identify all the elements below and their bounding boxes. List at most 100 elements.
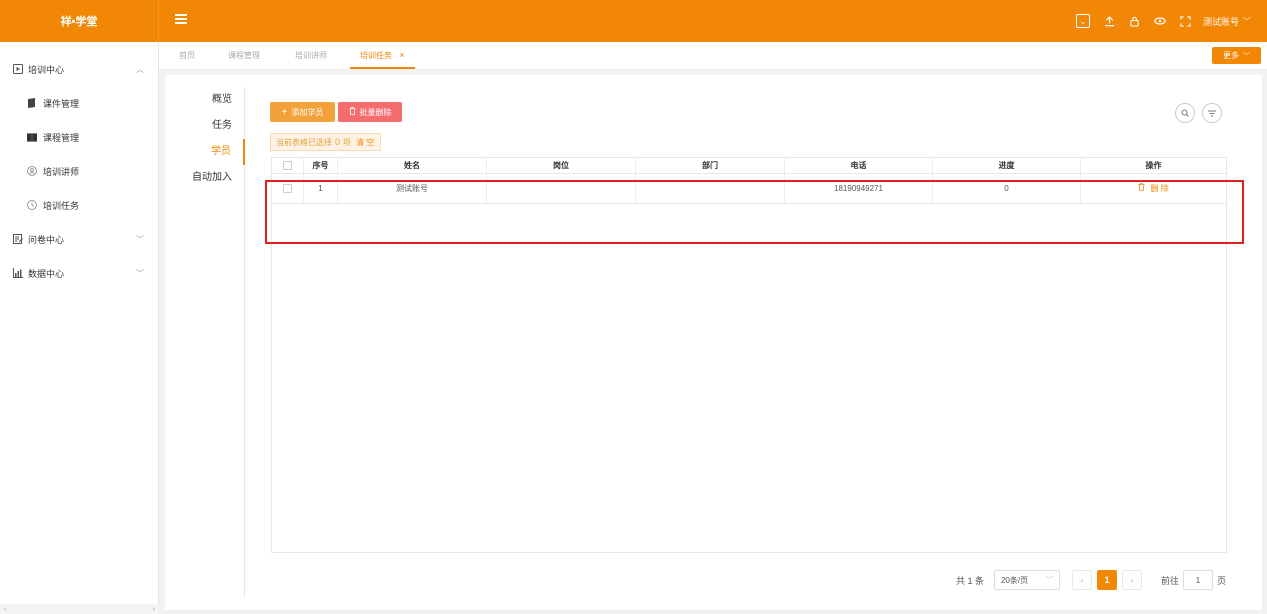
row-actions: 删 除	[1081, 174, 1226, 203]
tab-label: 培训任务	[360, 51, 392, 60]
tab-training-tasks[interactable]: 培训任务 ×	[350, 42, 415, 69]
fullscreen-icon[interactable]	[1180, 15, 1191, 27]
column-header[interactable]: 电话	[785, 158, 933, 173]
sidebar-item-label: 课件管理	[43, 98, 80, 109]
pagination: 共 1 条 20条/页 ﹀ ‹ 1 › 前往 页	[956, 570, 1226, 590]
sidebar-group-label: 数据中心	[28, 268, 65, 279]
row-name: 测试账号	[338, 174, 487, 203]
sidebar-group-label: 问卷中心	[28, 234, 65, 245]
row-phone: 18190949271	[785, 174, 933, 203]
user-menu[interactable]: 测试账号 ﹀	[1203, 15, 1251, 28]
column-header[interactable]: 操作	[1081, 158, 1226, 173]
table-header: 序号 姓名 岗位 部门 电话 进度 操作	[272, 158, 1226, 174]
more-label: 更多	[1223, 51, 1239, 60]
sidebar-group-data[interactable]: 数据中心 ﹀	[0, 256, 158, 290]
prev-page-button[interactable]: ‹	[1071, 570, 1092, 590]
batch-delete-button[interactable]: 批量删除	[338, 102, 402, 122]
tab-bar: 首页 课程管理 培训讲师 培训任务 × 更多 ﹀	[159, 42, 1267, 70]
trash-icon	[349, 107, 356, 117]
batch-delete-label: 批量删除	[359, 107, 392, 117]
page-size-value: 20条/页	[1000, 575, 1029, 585]
column-header[interactable]: 序号	[304, 158, 338, 173]
tab-home[interactable]: 首页	[179, 42, 195, 69]
more-tabs-button[interactable]: 更多 ﹀	[1212, 47, 1261, 64]
tab-course-management[interactable]: 课程管理	[228, 42, 260, 69]
tab-lecturers[interactable]: 培训讲师	[295, 42, 327, 69]
page-size-select[interactable]: 20条/页 ﹀	[993, 570, 1060, 590]
app-logo[interactable]: 祥•学堂	[0, 0, 159, 42]
courseware-icon	[27, 98, 37, 108]
lock-icon[interactable]	[1129, 16, 1140, 27]
table-row[interactable]: 1 测试账号 18190949271 0 删 除	[272, 174, 1226, 204]
top-actions: ⌄ 测试账号 ﹀	[1062, 0, 1251, 42]
row-checkbox[interactable]	[283, 184, 292, 193]
add-student-label: 添加学员	[291, 107, 324, 117]
selection-info: 当前表格已选择 0 项 清 空	[270, 133, 381, 151]
column-header[interactable]: 部门	[636, 158, 785, 173]
row-progress: 0	[933, 174, 1081, 203]
subnav-overview[interactable]: 概览	[165, 87, 244, 113]
sidebar-group-training[interactable]: 培训中心 ︿	[0, 52, 158, 86]
main-content: 概览 任务 学员 自动加入 + 添加学员 批量删除 当前表格已选择 0 项 清 …	[165, 75, 1262, 610]
sidebar-item-tasks[interactable]: 培训任务	[0, 188, 158, 222]
delete-row-button[interactable]: 删 除	[1138, 183, 1169, 194]
top-bar: 祥•学堂 ⌄ 测试账号 ﹀	[0, 0, 1267, 42]
subnav-task[interactable]: 任务	[165, 113, 244, 139]
trash-icon	[1138, 183, 1147, 193]
refresh-search-icon[interactable]	[1175, 103, 1195, 123]
menu-toggle-icon[interactable]	[175, 14, 187, 24]
select-all-checkbox[interactable]	[283, 161, 292, 170]
sidebar-scrollbar[interactable]: ‹ ›	[0, 604, 159, 614]
goto-label: 前往	[1160, 575, 1179, 586]
sidebar-item-lecturers[interactable]: 培训讲师	[0, 154, 158, 188]
column-header[interactable]: 进度	[933, 158, 1081, 173]
course-book-icon	[27, 132, 37, 142]
selection-suffix: 项	[343, 137, 352, 147]
eye-icon[interactable]	[1154, 16, 1166, 26]
sidebar-group-survey[interactable]: 问卷中心 ﹀	[0, 222, 158, 256]
clock-icon	[27, 200, 37, 210]
row-index: 1	[304, 174, 338, 203]
survey-icon	[13, 234, 23, 244]
sidebar-item-label: 培训任务	[43, 200, 80, 211]
sidebar-item-label: 培训讲师	[43, 166, 80, 177]
column-header[interactable]: 姓名	[338, 158, 487, 173]
add-student-button[interactable]: + 添加学员	[270, 102, 335, 122]
lecturer-icon	[27, 166, 37, 176]
page-unit: 页	[1216, 575, 1226, 586]
delete-row-label: 删 除	[1150, 184, 1169, 193]
scroll-right-icon[interactable]: ›	[153, 606, 155, 613]
chevron-down-icon: ﹀	[1243, 52, 1250, 60]
chevron-down-icon: ﹀	[1045, 577, 1053, 584]
students-table: 序号 姓名 岗位 部门 电话 进度 操作 1 测试账号 18190949271 …	[271, 157, 1227, 553]
next-page-button[interactable]: ›	[1121, 570, 1142, 590]
sidebar-group-label: 培训中心	[28, 64, 65, 75]
chevron-down-icon: ﹀	[136, 234, 144, 244]
sidebar-item-label: 课程管理	[43, 132, 80, 143]
selection-prefix: 当前表格已选择	[276, 137, 332, 147]
upload-icon[interactable]	[1104, 15, 1115, 27]
subnav-auto-join[interactable]: 自动加入	[165, 165, 244, 191]
column-header[interactable]: 岗位	[487, 158, 636, 173]
plus-icon: +	[281, 106, 288, 118]
total-count: 共 1 条	[955, 575, 984, 586]
subnav-students[interactable]: 学员	[165, 139, 245, 165]
clear-selection-link[interactable]: 清 空	[356, 137, 374, 148]
sidebar-item-courseware[interactable]: 课件管理	[0, 86, 158, 120]
dropdown-toggle-icon[interactable]: ⌄	[1075, 14, 1090, 28]
user-name: 测试账号	[1202, 16, 1239, 27]
page-number[interactable]: 1	[1096, 570, 1117, 590]
filter-icon[interactable]	[1202, 103, 1222, 123]
training-center-icon	[13, 64, 23, 74]
sidebar: 培训中心 ︿ 课件管理 课程管理 培训讲师 培训任务 问卷中心 ﹀ 数据中心 ﹀…	[0, 42, 159, 614]
select-all-cell	[272, 158, 304, 173]
sidebar-item-courses[interactable]: 课程管理	[0, 120, 158, 154]
chevron-up-icon: ︿	[136, 64, 144, 74]
tab-close-icon[interactable]: ×	[399, 50, 404, 60]
row-dept	[636, 174, 785, 203]
goto-page-input[interactable]	[1182, 570, 1213, 590]
row-select-cell	[272, 174, 304, 203]
chevron-down-icon: ﹀	[1243, 16, 1251, 26]
scroll-left-icon[interactable]: ‹	[4, 606, 6, 613]
row-post	[487, 174, 636, 203]
